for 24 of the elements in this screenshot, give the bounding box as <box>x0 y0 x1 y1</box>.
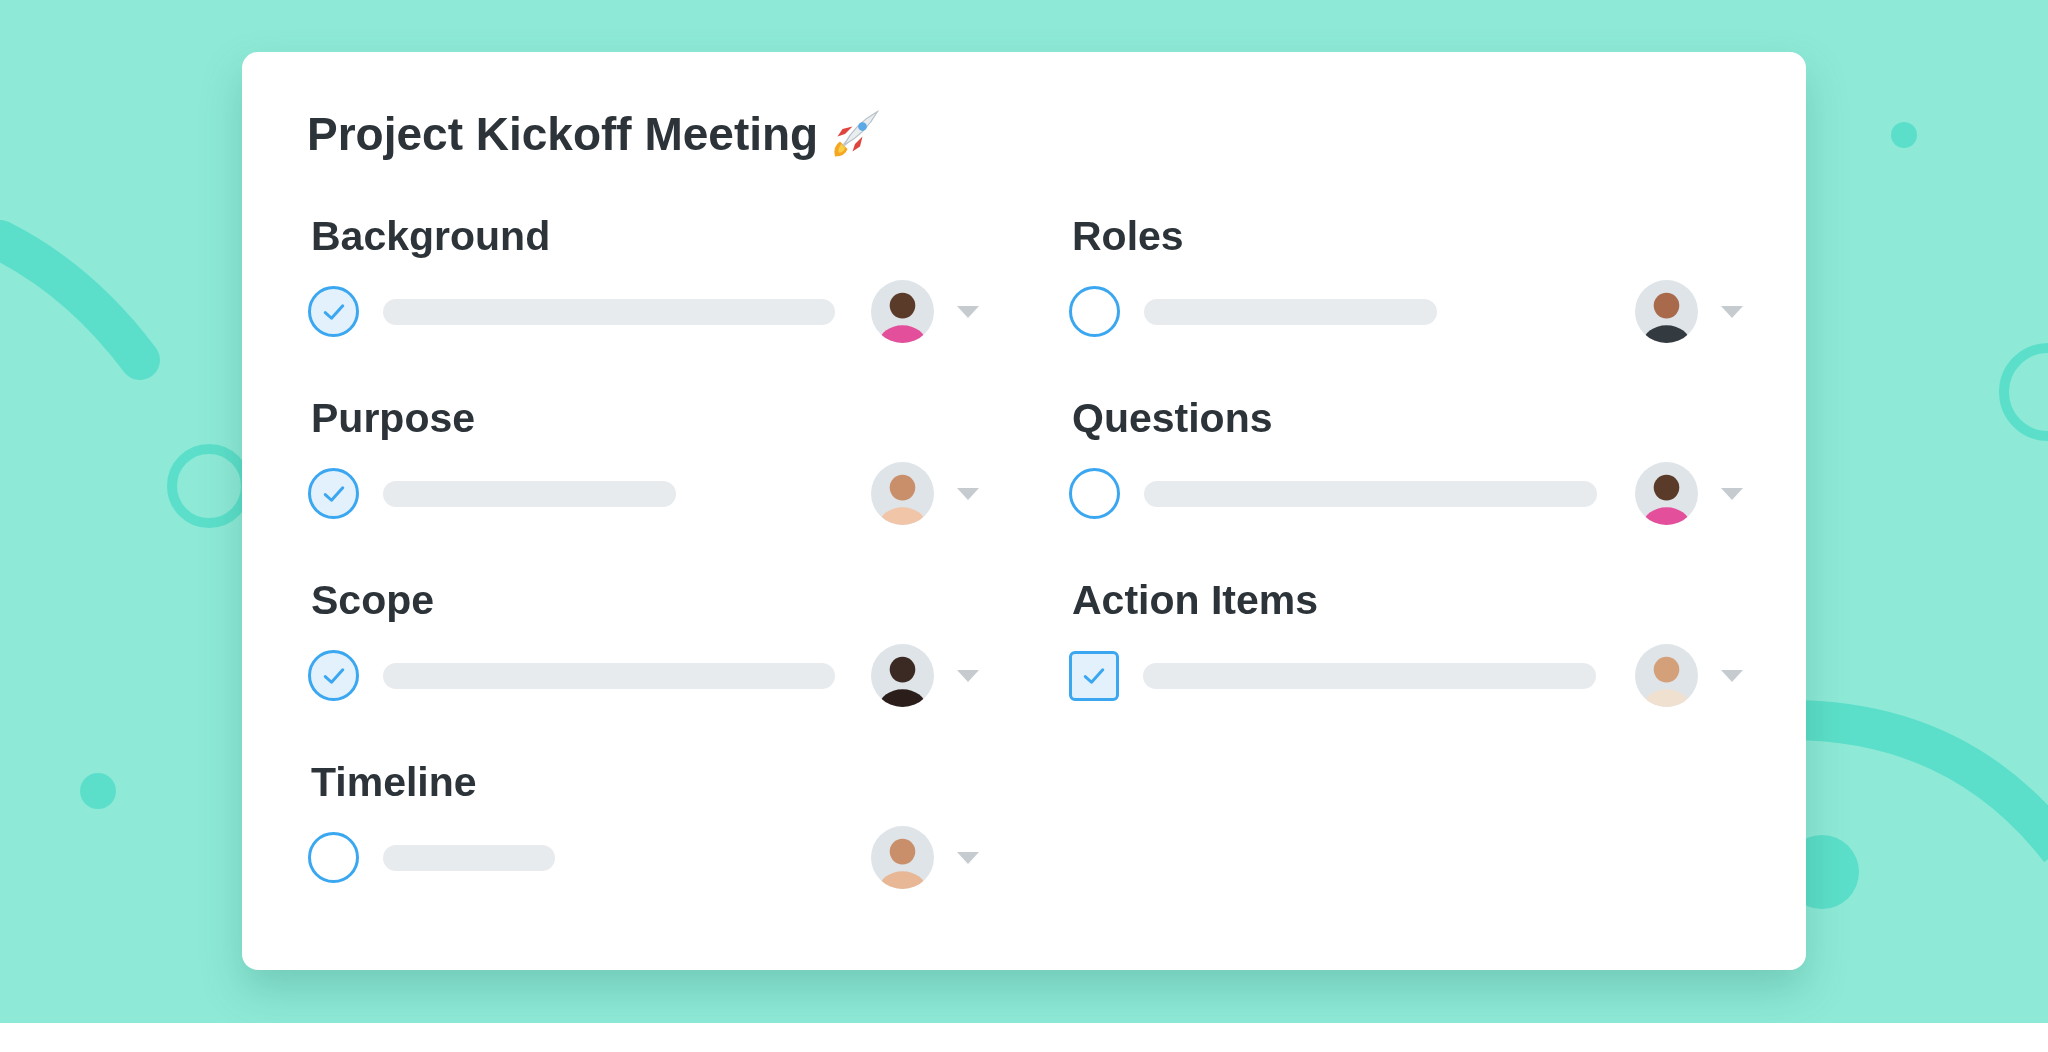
background-dot <box>1891 122 1917 148</box>
card-title: Project Kickoff Meeting <box>307 107 819 161</box>
checkbox[interactable] <box>308 832 359 883</box>
section-heading: Action Items <box>1072 576 1320 624</box>
section-heading: Background <box>311 212 552 260</box>
section-heading: Roles <box>1072 212 1185 260</box>
background-dot <box>80 773 116 809</box>
section-heading: Scope <box>311 576 436 624</box>
caret-icon[interactable] <box>1720 486 1744 501</box>
caret-icon[interactable] <box>956 668 980 683</box>
checkbox[interactable] <box>1069 286 1120 337</box>
section-heading: Timeline <box>311 758 478 806</box>
checkbox[interactable] <box>308 650 359 701</box>
section-heading: Questions <box>1072 394 1274 442</box>
checkbox[interactable] <box>1069 650 1119 701</box>
checkbox[interactable] <box>308 468 359 519</box>
caret-icon[interactable] <box>956 486 980 501</box>
checkbox[interactable] <box>308 286 359 337</box>
caret-icon[interactable] <box>956 850 980 865</box>
caret-icon[interactable] <box>1720 668 1744 683</box>
caret-icon[interactable] <box>956 304 980 319</box>
section-heading: Purpose <box>311 394 477 442</box>
caret-icon[interactable] <box>1720 304 1744 319</box>
checkbox[interactable] <box>1069 468 1120 519</box>
